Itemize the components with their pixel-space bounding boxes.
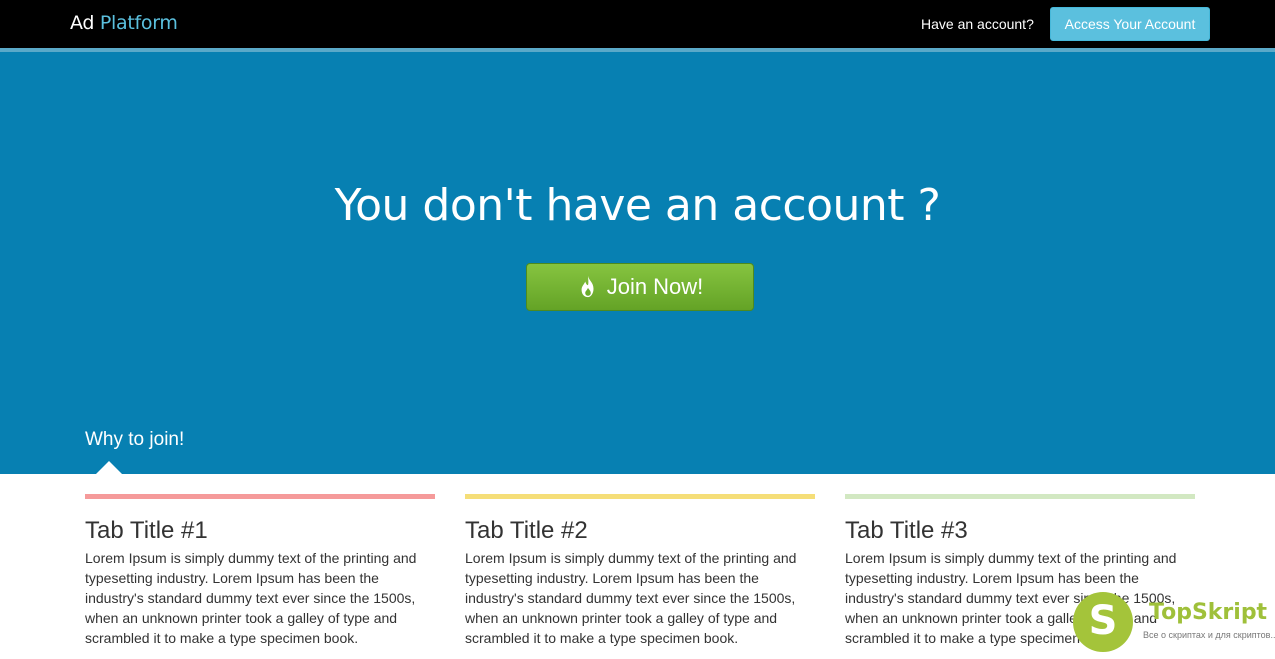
fire-icon — [581, 276, 594, 298]
watermark-name: TopSkript — [1149, 600, 1268, 625]
feature-column-2: Tab Title #2 Lorem Ipsum is simply dummy… — [465, 494, 815, 648]
feature-column-3: Tab Title #3 Lorem Ipsum is simply dummy… — [845, 494, 1195, 648]
logo[interactable]: Ad Platform — [70, 12, 178, 34]
join-now-button[interactable]: Join Now! — [526, 263, 754, 311]
feature-text: Lorem Ipsum is simply dummy text of the … — [465, 550, 797, 646]
feature-text: Lorem Ipsum is simply dummy text of the … — [85, 550, 417, 646]
feature-column-1: Tab Title #1 Lorem Ipsum is simply dummy… — [85, 494, 435, 648]
join-now-label: Join Now! — [606, 274, 704, 299]
hero-section: You don't have an account ? Join Now! Wh… — [0, 52, 1275, 474]
access-account-button[interactable]: Access Your Account — [1050, 7, 1210, 41]
feature-title: Tab Title #1 — [85, 517, 208, 544]
why-pointer-arrow — [96, 461, 122, 474]
watermark-badge: S — [1073, 592, 1133, 652]
why-to-join-label: Why to join! — [85, 429, 185, 450]
feature-title: Tab Title #3 — [845, 517, 968, 544]
feature-color-bar — [845, 494, 1195, 499]
logo-part2: Platform — [99, 12, 178, 34]
top-navbar: Ad Platform Have an account? Access Your… — [0, 0, 1275, 48]
have-account-text: Have an account? — [921, 16, 1034, 32]
hero-title: You don't have an account ? — [334, 180, 941, 231]
logo-part1: Ad — [70, 12, 95, 34]
feature-color-bar — [85, 494, 435, 499]
watermark-tagline: Все о скриптах и для скриптов... — [1143, 630, 1275, 640]
feature-title: Tab Title #2 — [465, 517, 588, 544]
feature-color-bar — [465, 494, 815, 499]
